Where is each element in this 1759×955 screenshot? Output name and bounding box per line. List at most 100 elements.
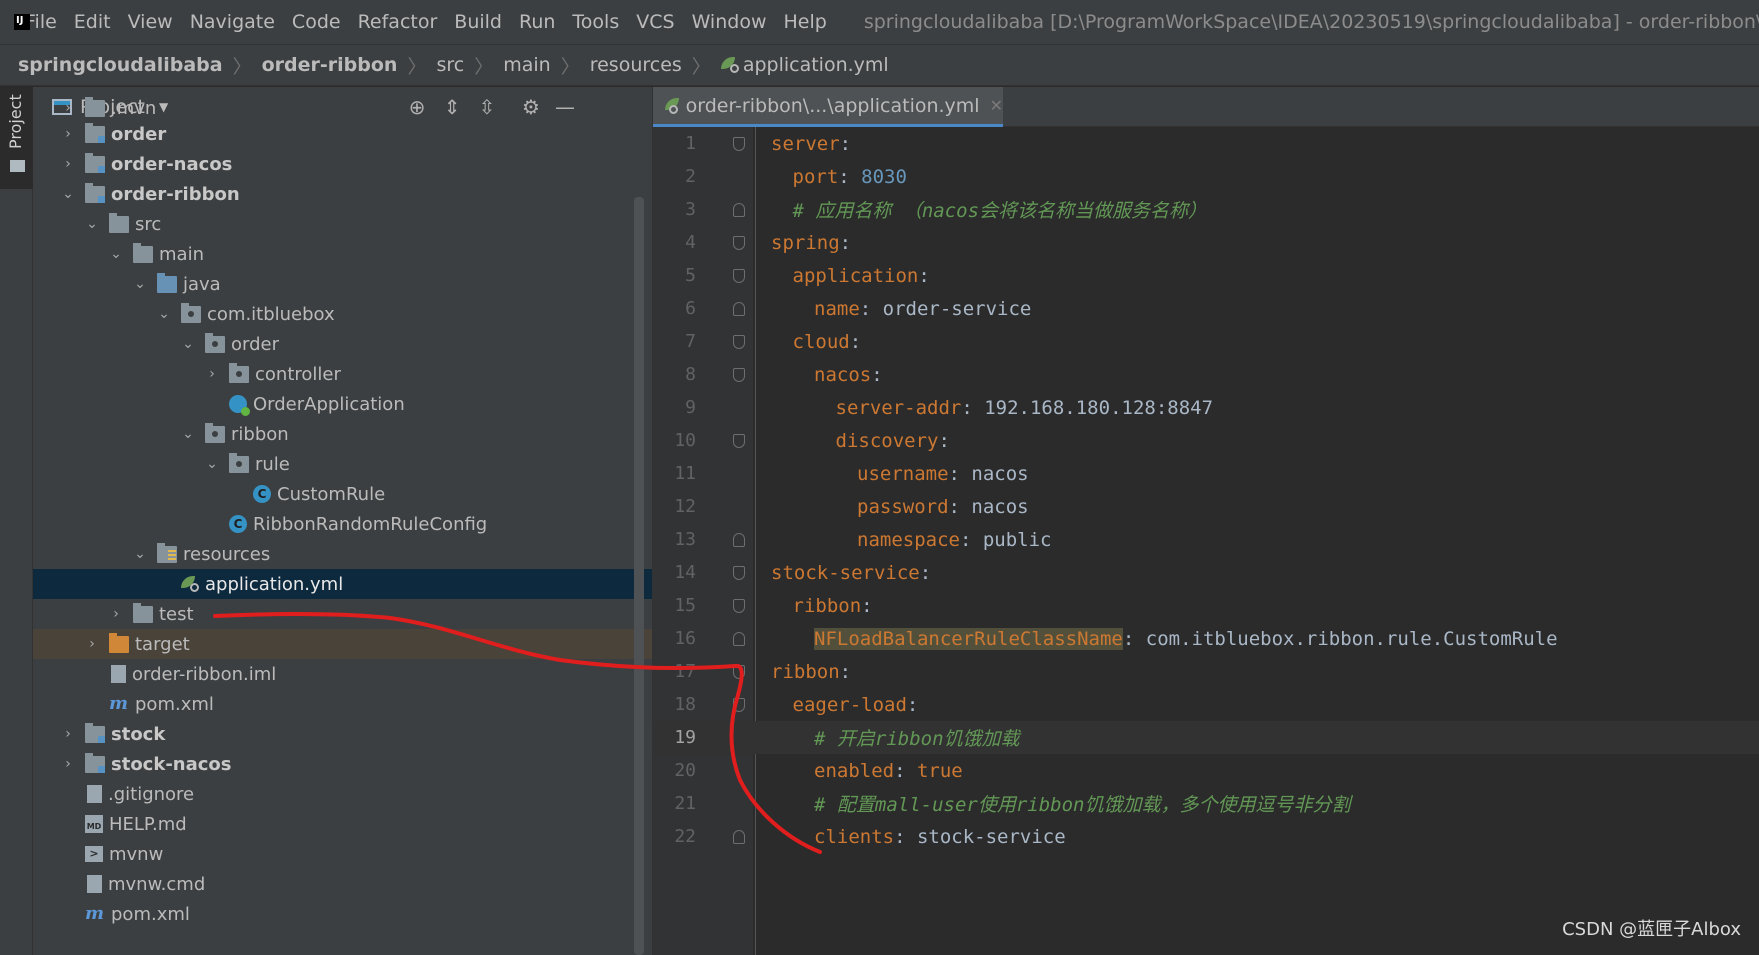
tree-item-stock-nacos[interactable]: › stock-nacos (33, 749, 652, 779)
tree-item-main[interactable]: ⌄ main (33, 239, 652, 269)
menu-build[interactable]: Build (454, 11, 502, 33)
code-line[interactable]: 3 # 应用名称 （nacos会将该名称当做服务名称） (653, 193, 1759, 226)
code-line[interactable]: 17 ribbon: (653, 655, 1759, 688)
code-line[interactable]: 10 discovery: (653, 424, 1759, 457)
menu-run[interactable]: Run (519, 11, 555, 33)
fold-marker-icon[interactable] (733, 664, 745, 679)
tree-item-root-pom[interactable]: › m pom.xml (33, 899, 652, 929)
code-line[interactable]: 4 spring: (653, 226, 1759, 259)
chevron-down-icon[interactable]: ⌄ (133, 546, 147, 562)
fold-marker-icon[interactable] (733, 598, 745, 613)
project-tool-window-button[interactable]: Project (0, 87, 33, 189)
tree-item-mvnw-cmd[interactable]: › mvnw.cmd (33, 869, 652, 899)
tree-item-src[interactable]: ⌄ src (33, 209, 652, 239)
fold-marker-icon[interactable] (733, 268, 745, 283)
fold-marker-icon[interactable] (733, 433, 745, 448)
tree-item-resources[interactable]: ⌄ resources (33, 539, 652, 569)
chevron-right-icon[interactable]: › (61, 156, 75, 172)
fold-marker-icon[interactable] (733, 829, 745, 844)
tree-item-order-nacos[interactable]: › order-nacos (33, 149, 652, 179)
chevron-down-icon[interactable]: ⌄ (157, 306, 171, 322)
fold-marker-icon[interactable] (733, 631, 745, 646)
tree-item-ribbon-random-rule-config[interactable]: › C RibbonRandomRuleConfig (33, 509, 652, 539)
code-line[interactable]: 9 server-addr: 192.168.180.128:8847 (653, 391, 1759, 424)
tree-item-java[interactable]: ⌄ java (33, 269, 652, 299)
chevron-down-icon[interactable]: ⌄ (61, 186, 75, 202)
tree-item-custom-rule[interactable]: › C CustomRule (33, 479, 652, 509)
tree-item-gitignore[interactable]: › .gitignore (33, 779, 652, 809)
code-area[interactable]: 1 server: 2 port: 8030 3 # 应用名称 （nacos会将该名称当做… (653, 127, 1759, 955)
code-line[interactable]: 11 username: nacos (653, 457, 1759, 490)
fold-marker-icon[interactable] (733, 202, 745, 217)
code-line[interactable]: 21 # 配置mall-user使用ribbon饥饿加载，多个使用逗号非分割 (653, 787, 1759, 820)
fold-marker-icon[interactable] (733, 235, 745, 250)
chevron-down-icon[interactable]: ⌄ (133, 276, 147, 292)
tree-item-package[interactable]: ⌄ com.itbluebox (33, 299, 652, 329)
tree-item-order[interactable]: › order (33, 119, 652, 149)
code-line[interactable]: 16 NFLoadBalancerRuleClassName: com.itblu… (653, 622, 1759, 655)
code-line[interactable]: 7 cloud: (653, 325, 1759, 358)
tree-item-test[interactable]: › test (33, 599, 652, 629)
tree-item-ribbon[interactable]: ⌄ ribbon (33, 419, 652, 449)
fold-marker-icon[interactable] (733, 697, 745, 712)
code-line[interactable]: 12 password: nacos (653, 490, 1759, 523)
tree-item-stock[interactable]: › stock (33, 719, 652, 749)
tree-item-rule[interactable]: ⌄ rule (33, 449, 652, 479)
breadcrumb-main[interactable]: main (503, 54, 550, 76)
chevron-right-icon[interactable]: › (61, 100, 75, 116)
code-line[interactable]: 8 nacos: (653, 358, 1759, 391)
code-line[interactable]: 19 # 开启ribbon饥饿加载 (653, 721, 1759, 754)
project-tree-scrollbar[interactable] (634, 197, 644, 955)
menu-tools[interactable]: Tools (572, 11, 619, 33)
menu-help[interactable]: Help (783, 11, 826, 33)
menu-edit[interactable]: Edit (74, 11, 111, 33)
code-line[interactable]: 15 ribbon: (653, 589, 1759, 622)
menu-view[interactable]: View (128, 11, 173, 33)
chevron-right-icon[interactable]: › (85, 636, 99, 652)
chevron-down-icon[interactable]: ⌄ (109, 246, 123, 262)
menu-code[interactable]: Code (292, 11, 341, 33)
close-icon[interactable]: ✕ (990, 96, 1003, 115)
chevron-right-icon[interactable]: › (61, 726, 75, 742)
fold-marker-icon[interactable] (733, 301, 745, 316)
menu-vcs[interactable]: VCS (636, 11, 674, 33)
breadcrumb-module[interactable]: order-ribbon (262, 54, 398, 76)
tree-item-iml[interactable]: › order-ribbon.iml (33, 659, 652, 689)
fold-marker-icon[interactable] (733, 136, 745, 151)
tree-item-controller[interactable]: › controller (33, 359, 652, 389)
tree-item-order-application[interactable]: › OrderApplication (33, 389, 652, 419)
chevron-right-icon[interactable]: › (61, 126, 75, 142)
code-line[interactable]: 22 clients: stock-service (653, 820, 1759, 853)
menu-window[interactable]: Window (692, 11, 767, 33)
chevron-right-icon[interactable]: › (61, 756, 75, 772)
code-line[interactable]: 1 server: (653, 127, 1759, 160)
breadcrumb-project[interactable]: springcloudalibaba (18, 54, 223, 76)
tree-item-target[interactable]: › target (33, 629, 652, 659)
chevron-down-icon[interactable]: ⌄ (205, 456, 219, 472)
chevron-down-icon[interactable]: ⌄ (181, 426, 195, 442)
fold-marker-icon[interactable] (733, 334, 745, 349)
tree-item-mvnw[interactable]: › > mvnw (33, 839, 652, 869)
code-line[interactable]: 5 application: (653, 259, 1759, 292)
breadcrumb-file[interactable]: application.yml (743, 54, 889, 76)
code-line[interactable]: 2 port: 8030 (653, 160, 1759, 193)
editor-tab-application-yml[interactable]: order-ribbon\...\application.yml ✕ (653, 87, 1003, 127)
breadcrumb-src[interactable]: src (436, 54, 464, 76)
code-line[interactable]: 14 stock-service: (653, 556, 1759, 589)
chevron-right-icon[interactable]: › (109, 606, 123, 622)
tree-item-order-ribbon[interactable]: ⌄ order-ribbon (33, 179, 652, 209)
code-line[interactable]: 20 enabled: true (653, 754, 1759, 787)
chevron-down-icon[interactable]: ⌄ (85, 216, 99, 232)
fold-marker-icon[interactable] (733, 367, 745, 382)
tree-item-mvn[interactable]: › .mvn (33, 96, 652, 119)
tree-item-help-md[interactable]: › MD HELP.md (33, 809, 652, 839)
menu-refactor[interactable]: Refactor (358, 11, 438, 33)
code-line[interactable]: 18 eager-load: (653, 688, 1759, 721)
menu-navigate[interactable]: Navigate (190, 11, 275, 33)
tree-item-application-yml[interactable]: › application.yml (33, 569, 652, 599)
tree-item-order-pkg[interactable]: ⌄ order (33, 329, 652, 359)
fold-marker-icon[interactable] (733, 532, 745, 547)
tree-item-module-pom[interactable]: › m pom.xml (33, 689, 652, 719)
fold-marker-icon[interactable] (733, 565, 745, 580)
code-line[interactable]: 13 namespace: public (653, 523, 1759, 556)
